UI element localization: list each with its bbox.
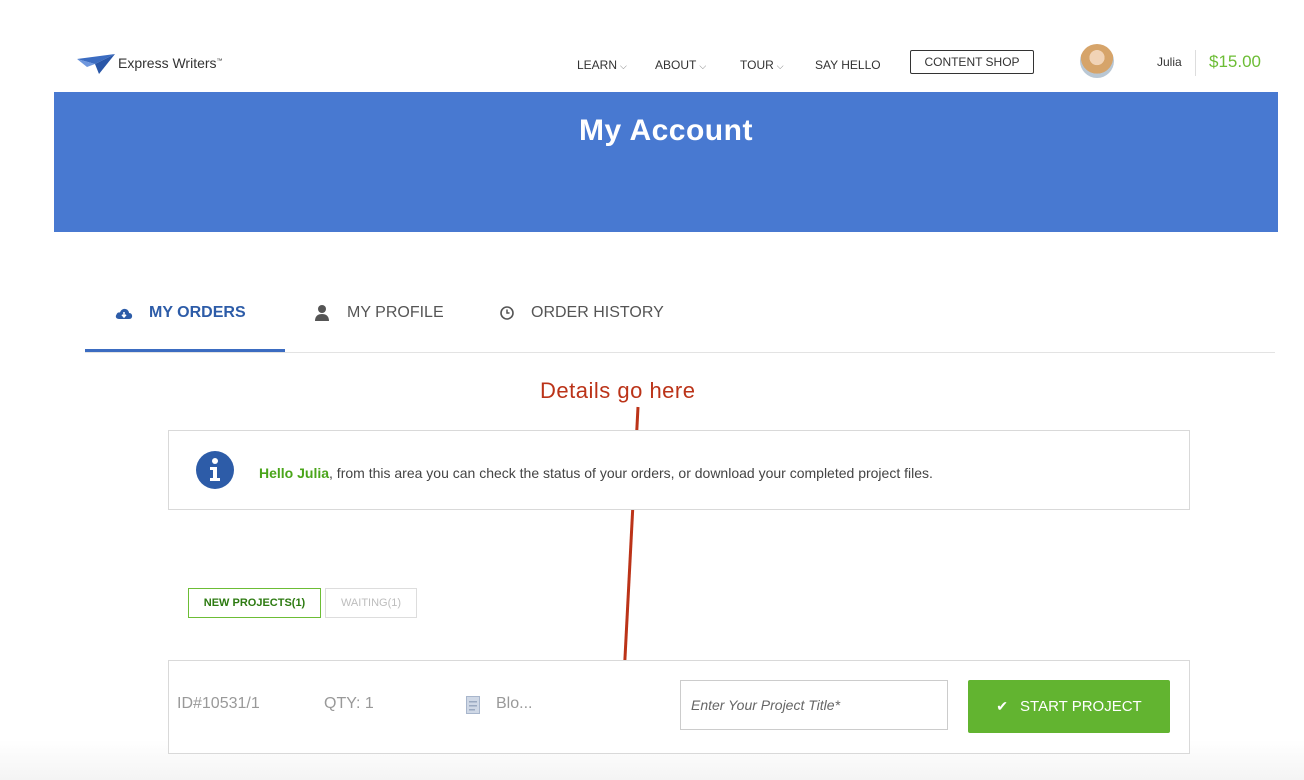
- annotation-label: Details go here: [540, 378, 696, 403]
- user-avatar[interactable]: [1080, 44, 1114, 78]
- info-message-box: Hello Julia, from this area you can chec…: [168, 430, 1190, 510]
- chevron-down-icon: ⌵: [699, 61, 707, 71]
- new-projects-button[interactable]: NEW PROJECTS(1): [188, 588, 321, 618]
- document-icon: [466, 696, 480, 714]
- nav-item-tour[interactable]: TOUR ⌵: [740, 58, 784, 72]
- info-icon: [196, 451, 234, 489]
- project-title-input[interactable]: [680, 680, 948, 730]
- chevron-down-icon: ⌵: [620, 61, 627, 71]
- content-shop-button[interactable]: CONTENT SHOP: [910, 50, 1034, 74]
- paper-plane-logo-icon: [77, 54, 115, 74]
- order-quantity: QTY: 1: [324, 695, 374, 712]
- tab-order-history[interactable]: ORDER HISTORY: [499, 304, 664, 322]
- active-tab-indicator: [85, 349, 285, 352]
- waiting-projects-button[interactable]: WAITING(1): [325, 588, 417, 618]
- tab-my-profile[interactable]: MY PROFILE: [313, 304, 444, 322]
- checkmark-icon: ✔: [996, 698, 1009, 714]
- info-message: Hello Julia, from this area you can chec…: [259, 465, 933, 481]
- greeting-highlight: Hello Julia: [259, 465, 330, 481]
- nav-item-say-hello[interactable]: SAY HELLO: [815, 58, 881, 72]
- order-id: ID#10531/1: [177, 695, 260, 712]
- account-tabs: MY ORDERS MY PROFILE ORDER HISTORY: [85, 290, 1275, 353]
- cloud-download-icon: [115, 308, 133, 319]
- account-balance[interactable]: $15.00: [1209, 52, 1261, 72]
- nav-item-learn[interactable]: LEARN ⌵: [577, 58, 627, 72]
- tab-my-orders[interactable]: MY ORDERS: [115, 304, 246, 322]
- top-navigation-bar: Express Writers™ LEARN ⌵ ABOUT ⌵ TOUR ⌵ SAY…: [0, 0, 1304, 92]
- user-name[interactable]: Julia: [1157, 55, 1182, 69]
- nav-item-about[interactable]: ABOUT ⌵: [655, 58, 706, 72]
- chevron-down-icon: ⌵: [776, 61, 784, 71]
- nav-divider: [1195, 50, 1196, 76]
- page-header-banner: My Account: [54, 92, 1278, 232]
- brand-logo[interactable]: Express Writers™: [77, 50, 223, 76]
- clock-icon: [500, 306, 514, 320]
- start-project-button[interactable]: ✔ START PROJECT: [968, 680, 1170, 733]
- order-product-name: Blo...: [496, 695, 533, 712]
- order-row: ID#10531/1 QTY: 1 Blo... ✔ START PROJECT: [168, 660, 1190, 754]
- user-icon: [315, 305, 329, 321]
- brand-name: Express Writers™: [118, 55, 223, 71]
- page-title: My Account: [579, 114, 753, 147]
